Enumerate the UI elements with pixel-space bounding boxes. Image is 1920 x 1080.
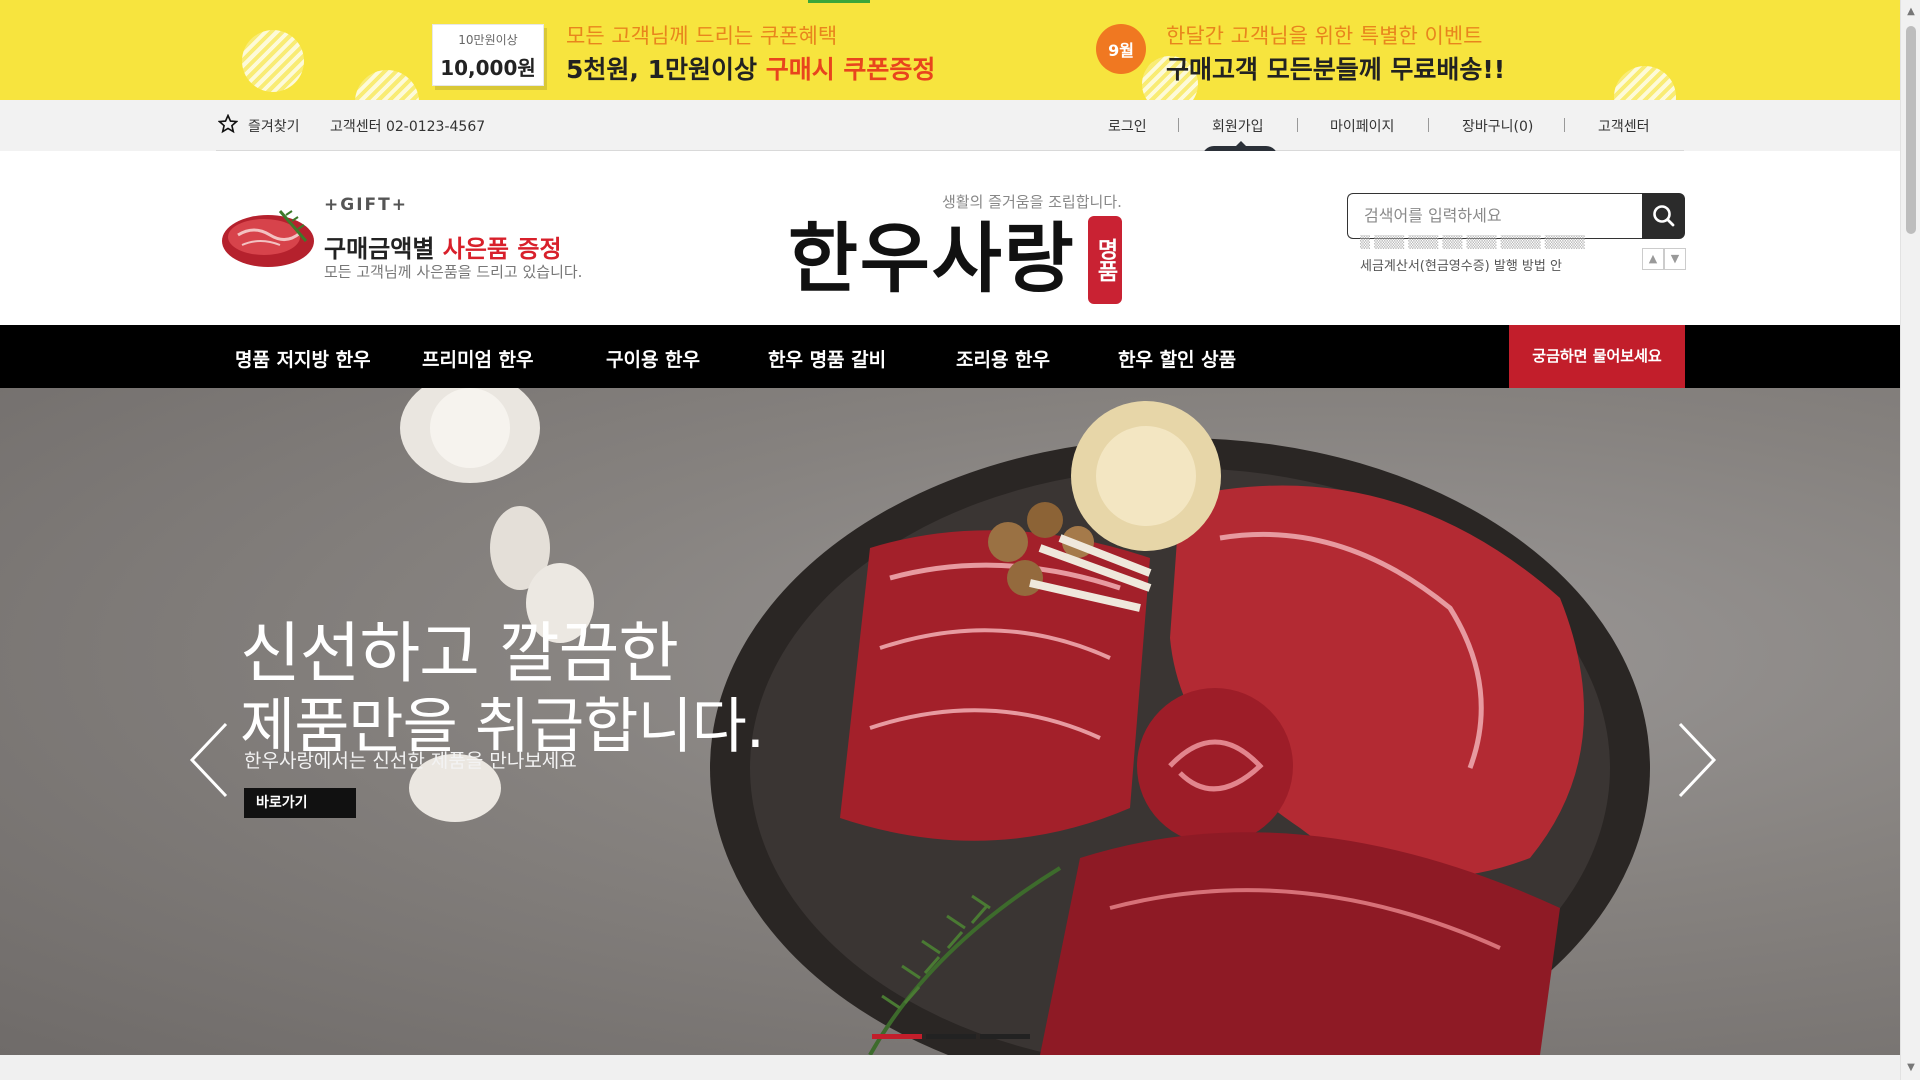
divider bbox=[1564, 118, 1565, 132]
nav-item-lowfat-hanwoo[interactable]: 명품 저지방 한우 bbox=[235, 345, 371, 372]
divider bbox=[1428, 118, 1429, 132]
gift-meat-image bbox=[220, 201, 320, 271]
search-field[interactable] bbox=[1347, 193, 1642, 239]
gift-title-prefix: 구매금액별 bbox=[324, 235, 435, 263]
event-subtitle: 한달간 고객님을 위한 특별한 이벤트 bbox=[1166, 24, 1483, 48]
site-logo[interactable]: 한우사랑 bbox=[788, 197, 1076, 307]
hero-subtitle: 한우사랑에서는 신선한 제품을 만나보세요 bbox=[244, 750, 577, 772]
nav-item-discount[interactable]: 한우 할인 상품 bbox=[1118, 345, 1236, 372]
hero-cta-button[interactable]: 바로가기 bbox=[244, 788, 356, 818]
promo-banner[interactable]: 10만원이상 10,000원 모든 고객님께 드리는 쿠폰혜택 5천원, 1만원… bbox=[0, 0, 1900, 100]
nav-item-cooking-hanwoo[interactable]: 조리용 한우 bbox=[956, 345, 1050, 372]
scroll-thumb[interactable] bbox=[1906, 26, 1916, 234]
scroll-up-arrow-icon[interactable]: ▲ bbox=[1901, 2, 1920, 22]
mypage-link[interactable]: 마이페이지 bbox=[1330, 116, 1394, 136]
gift-title-highlight: 사은품 증정 bbox=[442, 235, 562, 263]
event-headline: 구매고객 모든분들께 무료배송!! bbox=[1166, 55, 1506, 84]
login-link[interactable]: 로그인 bbox=[1108, 116, 1147, 136]
coupon-headline: 5천원, 1만원이상 구매시 쿠폰증정 bbox=[566, 50, 935, 86]
page-below-fold bbox=[0, 1055, 1900, 1080]
divider bbox=[1178, 118, 1179, 132]
ticker-prev-item: ▒ ▒▒▒ ▒▒▒ ▒▒ ▒▒▒ ▒▒▒▒ ▒▒▒▒ bbox=[1360, 235, 1585, 250]
nav-item-galbi[interactable]: 한우 명품 갈비 bbox=[768, 345, 886, 372]
divider bbox=[1297, 118, 1298, 132]
coupon-min-label: 10만원이상 bbox=[458, 33, 518, 47]
chevron-up-icon[interactable]: ▲ bbox=[1642, 248, 1664, 270]
gift-tag: +GIFT+ bbox=[324, 195, 408, 215]
main-nav: 명품 저지방 한우 프리미엄 한우 구이용 한우 한우 명품 갈비 조리용 한우… bbox=[0, 325, 1900, 388]
coupon-amount: 10,000원 bbox=[440, 56, 536, 80]
cs-phone: 고객센터 02-0123-4567 bbox=[330, 119, 486, 135]
scroll-down-arrow-icon[interactable]: ▼ bbox=[1901, 1058, 1920, 1078]
coupon-headline-highlight: 구매시 쿠폰증정 bbox=[765, 55, 936, 84]
notice-ticker[interactable]: ▒ ▒▒▒ ▒▒▒ ▒▒ ▒▒▒ ▒▒▒▒ ▒▒▒▒ 세금계산서(현금영수증) … bbox=[1356, 235, 1636, 279]
month-badge: 9월 bbox=[1096, 24, 1146, 74]
utility-bar: 즐겨찾기 고객센터 02-0123-4567 로그인 회원가입 마이페이지 장바… bbox=[216, 100, 1684, 151]
decor-circle bbox=[355, 70, 419, 100]
nav-item-premium-hanwoo[interactable]: 프리미엄 한우 bbox=[422, 345, 534, 372]
nav-item-grill-hanwoo[interactable]: 구이용 한우 bbox=[606, 345, 700, 372]
vertical-scrollbar[interactable]: ▲ ▼ bbox=[1900, 0, 1920, 1080]
chevron-left-icon[interactable] bbox=[186, 720, 236, 800]
signup-link[interactable]: 회원가입 bbox=[1212, 116, 1264, 136]
star-icon[interactable] bbox=[217, 113, 239, 134]
slide-indicator-2[interactable] bbox=[926, 1034, 976, 1039]
search-button[interactable] bbox=[1642, 193, 1685, 239]
gift-description: 모든 고객님께 사은품을 드리고 있습니다. bbox=[324, 263, 583, 281]
progress-indicator bbox=[808, 0, 870, 3]
search-icon bbox=[1653, 205, 1675, 227]
ask-button[interactable]: 궁금하면 물어보세요 bbox=[1509, 325, 1685, 388]
header: +GIFT+ 구매금액별 사은품 증정 모든 고객님께 사은품을 드리고 있습니… bbox=[0, 151, 1900, 325]
ticker-item[interactable]: 세금계산서(현금영수증) 발행 방법 안 bbox=[1360, 255, 1562, 274]
coupon-headline-prefix: 5천원, 1만원이상 bbox=[566, 55, 757, 84]
bookmark-link[interactable]: 즐겨찾기 bbox=[248, 116, 300, 136]
chevron-right-icon[interactable] bbox=[1670, 720, 1720, 800]
hero-slider[interactable]: 신선하고 깔끔한 제품만을 취급합니다. 한우사랑에서는 신선한 제품을 만나보… bbox=[0, 388, 1900, 1055]
coupon-card: 10만원이상 10,000원 bbox=[432, 24, 544, 86]
search-input[interactable] bbox=[1362, 194, 1636, 236]
slide-indicator-3[interactable] bbox=[980, 1034, 1030, 1039]
decor-circle bbox=[242, 30, 304, 92]
customer-center-link[interactable]: 고객센터 bbox=[1598, 116, 1650, 136]
decor-circle bbox=[1614, 66, 1676, 100]
slide-indicator-1[interactable] bbox=[872, 1034, 922, 1039]
gift-title: 구매금액별 사은품 증정 bbox=[324, 229, 562, 264]
logo-seal: 명품 bbox=[1088, 216, 1122, 304]
cart-link[interactable]: 장바구니(0) bbox=[1462, 116, 1533, 136]
chevron-down-icon[interactable]: ▼ bbox=[1664, 248, 1686, 270]
coupon-subtitle: 모든 고객님께 드리는 쿠폰혜택 bbox=[566, 24, 838, 48]
